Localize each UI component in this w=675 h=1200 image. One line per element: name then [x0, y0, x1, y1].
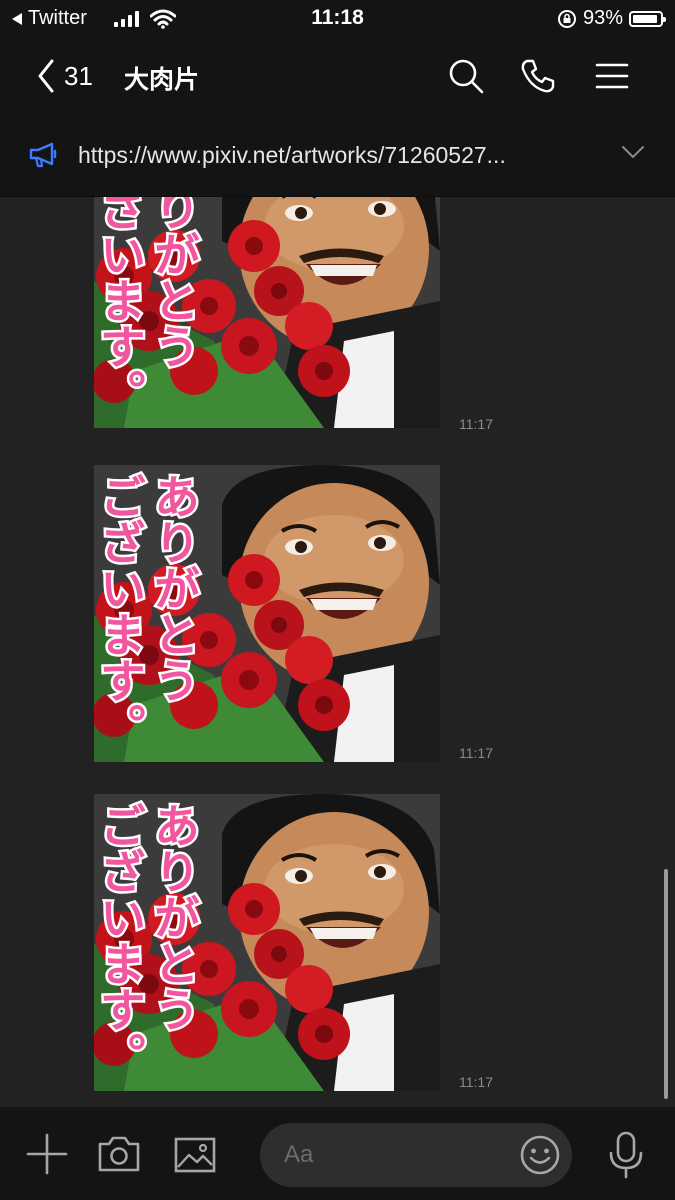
sticker-message[interactable]: ありがとう ございます。 — [94, 465, 440, 762]
sticker-message[interactable]: ありがとう ございます。 — [94, 197, 440, 428]
rotation-lock-icon — [557, 9, 576, 28]
sticker-message[interactable]: ありがとう ございます。 — [94, 794, 440, 1091]
camera-icon[interactable] — [97, 1135, 141, 1173]
status-bar: Twitter 11:18 93% — [0, 0, 675, 40]
battery-percent: 93% — [582, 7, 623, 29]
chat-header: 31 大肉片 — [0, 40, 675, 112]
plus-icon[interactable] — [26, 1133, 68, 1175]
sticker-caption: ございます。 — [94, 473, 147, 749]
sticker-caption: ありがとう — [147, 197, 201, 369]
megaphone-icon — [29, 142, 57, 168]
message-timestamp: 11:17 — [459, 416, 493, 432]
chat-scrollbar[interactable] — [664, 869, 668, 1099]
announcement-link[interactable]: https://www.pixiv.net/artworks/71260527.… — [78, 142, 583, 169]
message-input-placeholder: Aa — [284, 1141, 314, 1168]
sticker-image: ありがとうございます。 — [94, 197, 440, 428]
status-right: 93% — [557, 7, 666, 30]
sticker-caption: ありがとう — [147, 473, 201, 703]
sticker-caption: ございます。 — [94, 197, 147, 415]
message-input[interactable]: Aa — [260, 1123, 572, 1187]
chevron-down-icon[interactable] — [621, 144, 645, 160]
search-icon[interactable] — [446, 56, 486, 96]
sticker-image: ありがとうございます。 — [94, 794, 440, 1091]
back-button[interactable]: 31 — [36, 58, 93, 94]
phone-icon[interactable] — [518, 56, 558, 96]
unread-count: 31 — [64, 60, 93, 91]
message-composer: Aa — [0, 1107, 675, 1200]
chevron-left-icon — [38, 59, 54, 93]
chat-area[interactable]: ありがとう ございます。 11:17 ありがとう ございます。 11:17 あり… — [0, 197, 675, 1107]
message-timestamp: 11:17 — [459, 745, 493, 761]
menu-icon[interactable] — [592, 56, 632, 96]
sticker-image: ありがとうございます。 — [94, 465, 440, 762]
announcement-bar[interactable]: https://www.pixiv.net/artworks/71260527.… — [0, 112, 675, 197]
emoji-icon[interactable] — [518, 1133, 562, 1177]
image-icon[interactable] — [174, 1137, 216, 1173]
sticker-caption: ありがとう — [147, 802, 201, 1032]
chat-title: 大肉片 — [124, 66, 200, 94]
sticker-caption: ございます。 — [94, 802, 147, 1078]
battery-icon — [629, 10, 666, 27]
message-timestamp: 11:17 — [459, 1074, 493, 1090]
microphone-icon[interactable] — [607, 1131, 645, 1179]
